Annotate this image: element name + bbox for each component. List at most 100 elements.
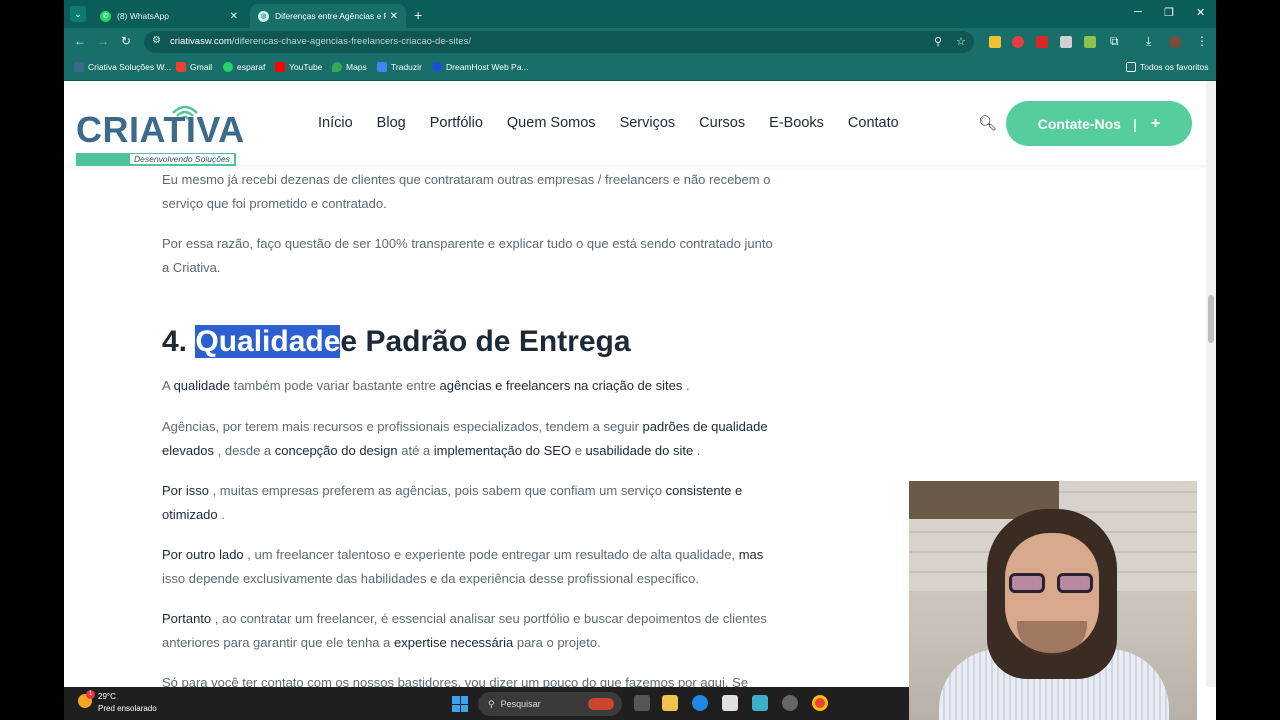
tab-strip: ⌄ ✆ (8) WhatsApp ✕ ◍ Diferenças entre Ag… <box>64 0 1216 28</box>
selected-text[interactable]: Qualidade <box>195 325 341 358</box>
reload-icon[interactable]: ↻ <box>121 34 131 48</box>
link[interactable]: Por outro lado <box>162 547 244 562</box>
chrome-icon[interactable] <box>812 695 828 711</box>
nav-contato[interactable]: Contato <box>848 115 899 131</box>
divider: | <box>1132 115 1137 132</box>
extension-icon[interactable] <box>1036 36 1048 48</box>
site-info-icon[interactable]: ⚙ <box>152 35 161 46</box>
download-icon[interactable]: ⤓ <box>1146 34 1151 49</box>
logo-tagline-bar: Desenvolvendo Soluções <box>76 153 236 166</box>
webcam-overlay <box>909 481 1197 720</box>
paragraph: Portanto , ao contratar um freelancer, é… <box>162 611 767 650</box>
extension-icon[interactable] <box>1084 36 1096 48</box>
tab-search-button[interactable]: ⌄ <box>70 6 86 22</box>
temperature: 29°C <box>98 692 116 701</box>
nav-inicio[interactable]: Início <box>318 115 353 131</box>
tab-whatsapp[interactable]: ✆ (8) WhatsApp ✕ <box>92 4 246 28</box>
page-scrollbar[interactable] <box>1206 81 1216 687</box>
nav-quem-somos[interactable]: Quem Somos <box>507 115 596 131</box>
tab-title: Diferenças entre Agências e Fre <box>275 11 386 21</box>
taskbar-search[interactable]: ⚲ Pesquisar <box>478 692 622 716</box>
store-icon[interactable] <box>722 695 738 711</box>
extensions-puzzle-icon[interactable]: ⧉ <box>1110 34 1119 49</box>
whatsapp-icon <box>223 62 233 72</box>
search-icon: ⚲ <box>488 698 495 709</box>
nav-ebooks[interactable]: E-Books <box>769 115 824 131</box>
gmail-icon <box>176 62 186 72</box>
task-view-icon[interactable] <box>634 695 650 711</box>
link[interactable]: expertise necessária <box>394 635 513 650</box>
translate-icon <box>377 62 387 72</box>
bookmark-item[interactable]: Gmail <box>176 62 212 72</box>
search-icon[interactable]: 🔍︎ <box>978 114 997 132</box>
bookmark-star-icon[interactable]: ☆ <box>956 35 966 48</box>
close-window-icon[interactable]: ✕ <box>1196 6 1205 19</box>
weather-widget[interactable]: 1 29°C Pred ensolarado <box>78 690 157 715</box>
minimize-icon[interactable]: ─ <box>1134 6 1142 18</box>
zoom-icon[interactable]: ⚲ <box>934 35 942 48</box>
back-icon[interactable]: ← <box>74 34 86 48</box>
camera-extension-icon[interactable] <box>1060 36 1072 48</box>
scrollbar-thumb[interactable] <box>1208 295 1214 343</box>
link[interactable]: concepção do design <box>275 443 398 458</box>
app-icon[interactable] <box>752 695 768 711</box>
link[interactable]: usabilidade do site <box>586 443 694 458</box>
app-icon[interactable] <box>782 695 798 711</box>
search-placeholder: Pesquisar <box>500 699 541 709</box>
nav-portfolio[interactable]: Portfólio <box>430 115 483 131</box>
new-tab-button[interactable]: + <box>414 7 422 23</box>
link[interactable]: Por isso <box>162 483 209 498</box>
whatsapp-icon: ✆ <box>100 10 111 22</box>
link[interactable]: agências e freelancers na criação de sit… <box>440 378 683 393</box>
weather-desc: Pred ensolarado <box>98 704 157 713</box>
link[interactable]: qualidade <box>174 378 230 393</box>
logo[interactable]: CRIATIVA Desenvolvendo Soluções <box>76 93 244 166</box>
browser-toolbar: ← → ↻ ⚙ criativasw.com/diferencas-chave-… <box>64 28 1216 56</box>
site-header: CRIATIVA Desenvolvendo Soluções Início B… <box>64 81 1206 166</box>
all-bookmarks[interactable]: Todos os favoritos <box>1126 62 1209 72</box>
profile-avatar[interactable] <box>1169 36 1181 48</box>
bookmarks-bar: Criativa Soluções W... Gmail esparaf You… <box>64 56 1216 81</box>
paragraph: Por isso , muitas empresas preferem as a… <box>162 483 743 522</box>
tab-title: (8) WhatsApp <box>117 11 169 21</box>
nav-servicos[interactable]: Serviços <box>620 115 676 131</box>
bookmark-item[interactable]: YouTube <box>275 62 322 72</box>
url-text[interactable]: criativasw.com/diferencas-chave-agencias… <box>170 36 471 47</box>
bookmark-item[interactable]: Maps <box>332 62 367 72</box>
nav-cursos[interactable]: Cursos <box>699 115 745 131</box>
forward-icon[interactable]: → <box>97 34 109 48</box>
paragraph: A qualidade também pode variar bastante … <box>162 378 690 393</box>
bookmark-item[interactable]: esparaf <box>223 62 265 72</box>
extension-icon[interactable] <box>989 36 1001 48</box>
restore-icon[interactable]: ❐ <box>1164 6 1174 19</box>
search-highlight-image <box>588 698 614 710</box>
contact-button[interactable]: Contate-Nos | + <box>1006 101 1192 146</box>
link[interactable]: Portanto <box>162 611 211 626</box>
file-explorer-icon[interactable] <box>662 695 678 711</box>
tab-article[interactable]: ◍ Diferenças entre Agências e Fre ✕ <box>250 4 406 28</box>
windows-start-icon[interactable] <box>452 696 468 712</box>
paragraph: Por outro lado , um freelancer talentoso… <box>162 547 764 586</box>
bookmark-item[interactable]: Traduzir <box>377 62 422 72</box>
paragraph: Eu mesmo já recebi dezenas de clientes q… <box>162 172 771 211</box>
contact-button-label: Contate-Nos <box>1037 115 1121 132</box>
notification-badge: 1 <box>86 690 95 699</box>
windows-taskbar: 1 29°C Pred ensolarado ⚲ Pesquisar <box>64 687 909 720</box>
address-bar[interactable]: ⚙ criativasw.com/diferencas-chave-agenci… <box>144 31 974 53</box>
dreamhost-icon <box>432 62 442 72</box>
link[interactable]: mas <box>739 547 764 562</box>
globe-icon: ◍ <box>258 10 269 22</box>
close-icon[interactable]: ✕ <box>230 11 238 22</box>
nav-blog[interactable]: Blog <box>377 115 406 131</box>
close-icon[interactable]: ✕ <box>390 11 398 22</box>
bookmark-item[interactable]: DreamHost Web Pa... <box>432 62 529 72</box>
bookmark-item[interactable]: Criativa Soluções W... <box>74 62 171 72</box>
link[interactable]: implementação do SEO <box>434 443 571 458</box>
menu-kebab-icon[interactable]: ⋮ <box>1196 34 1208 48</box>
letterbox-left <box>0 0 64 720</box>
edge-icon[interactable] <box>692 695 708 711</box>
extension-icon[interactable] <box>1012 36 1024 48</box>
logo-tagline: Desenvolvendo Soluções <box>130 154 234 164</box>
youtube-icon <box>275 62 285 72</box>
section-heading: 4. Qualidadee Padrão de Entrega <box>162 325 631 358</box>
